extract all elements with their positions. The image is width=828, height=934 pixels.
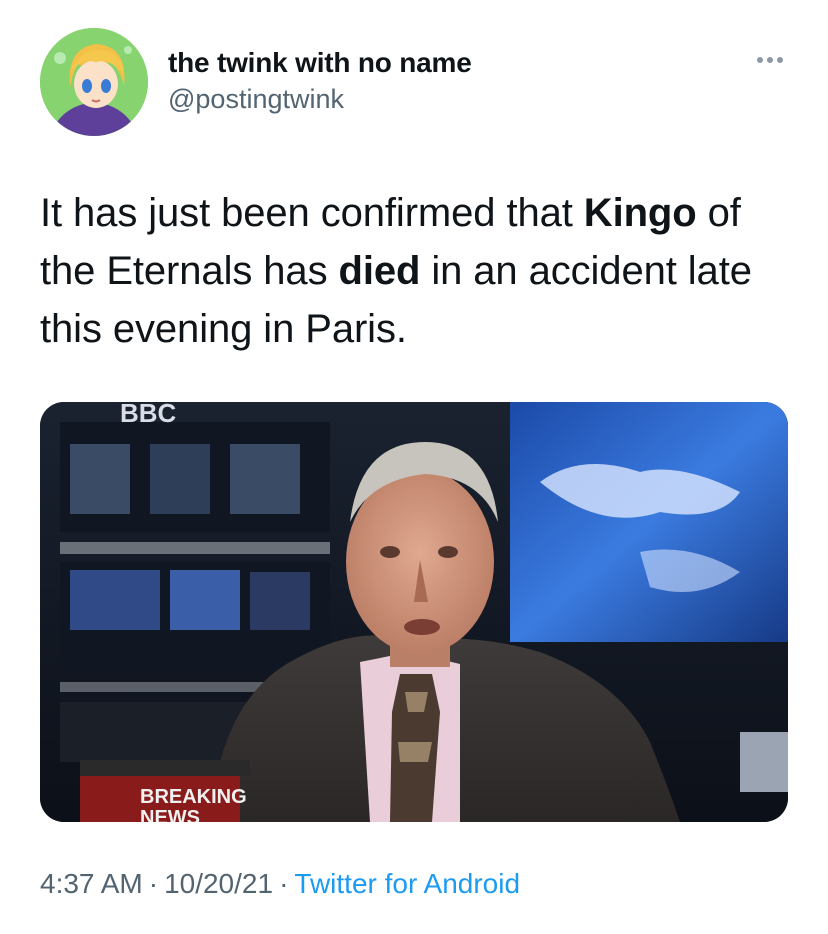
more-options-icon[interactable] — [750, 50, 790, 70]
breaking-banner-line1: BREAKING — [140, 786, 247, 808]
tweet-text-bold-died: died — [338, 249, 421, 293]
author-handle[interactable]: @postingtwink — [168, 82, 472, 116]
tweet-header: the twink with no name @postingtwink — [40, 28, 800, 138]
tweet-source-link[interactable]: Twitter for Android — [294, 868, 520, 899]
avatar[interactable] — [40, 28, 148, 136]
tweet-text-part: It has just been confirmed that — [40, 191, 584, 235]
separator-dot: · — [279, 868, 289, 899]
avatar-image — [40, 28, 148, 136]
bbc-logo: BBC — [120, 402, 177, 428]
tweet-date[interactable]: 10/20/21 — [164, 868, 273, 899]
breaking-banner-line2: NEWS — [140, 807, 200, 822]
tweet-text-bold-kingo: Kingo — [583, 191, 697, 235]
separator-dot: · — [148, 868, 159, 899]
news-anchor-image: BBC BREAKING NEWS — [40, 402, 788, 822]
tweet-text: It has just been confirmed that Kingo of… — [40, 184, 800, 358]
tweet-time[interactable]: 4:37 AM — [40, 868, 143, 899]
tweet-metadata: 4:37 AM · 10/20/21 · Twitter for Android — [40, 868, 520, 900]
tweet-media-image[interactable]: BBC BREAKING NEWS — [40, 402, 788, 822]
author-display-name[interactable]: the twink with no name — [168, 46, 472, 80]
